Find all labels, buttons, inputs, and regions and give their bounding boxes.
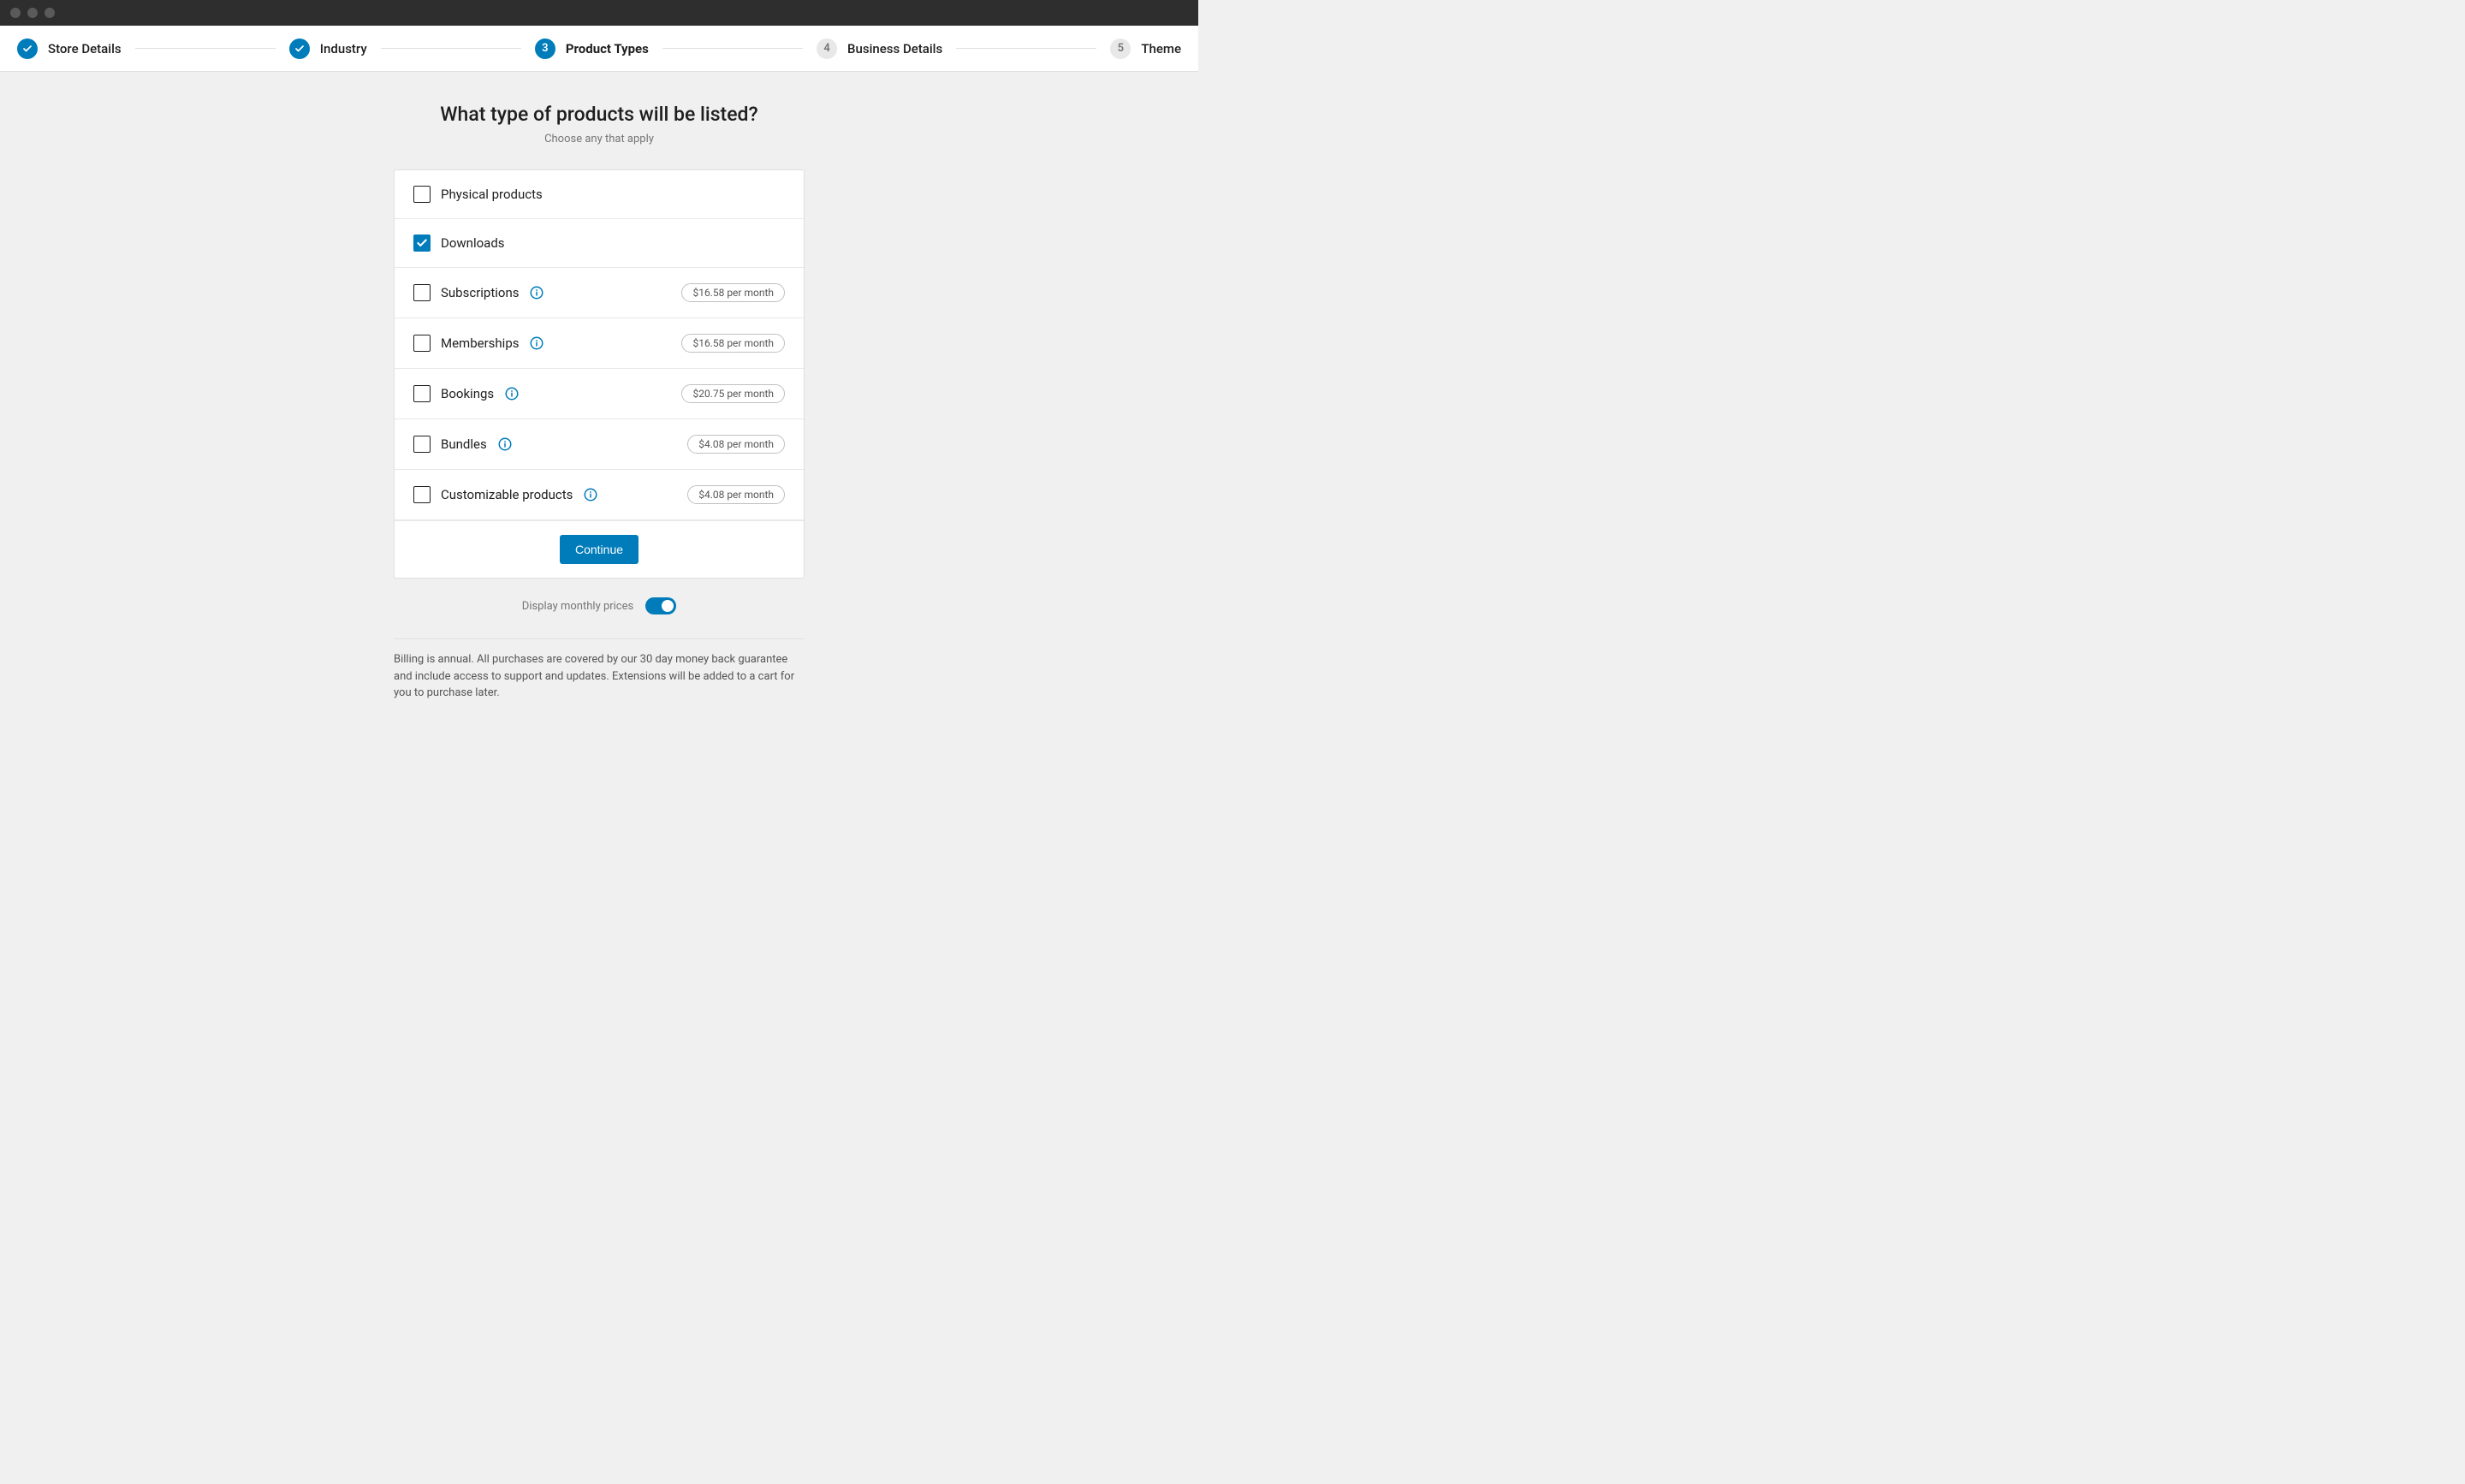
option-label: Memberships	[441, 335, 519, 351]
continue-button[interactable]: Continue	[560, 535, 639, 564]
price-pill: $4.08 per month	[687, 485, 785, 504]
price-pill: $4.08 per month	[687, 435, 785, 454]
checkbox[interactable]	[413, 486, 431, 503]
checkbox[interactable]	[413, 385, 431, 402]
product-type-option[interactable]: Bookings $20.75 per month	[395, 369, 804, 419]
price-pill: $16.58 per month	[681, 283, 785, 302]
step-label: Store Details	[48, 41, 122, 56]
step-product-types[interactable]: 3 Product Types	[535, 39, 649, 59]
info-icon[interactable]	[497, 436, 513, 452]
step-label: Business Details	[847, 41, 942, 56]
info-icon[interactable]	[504, 386, 520, 401]
option-label: Subscriptions	[441, 285, 519, 300]
step-industry[interactable]: Industry	[289, 39, 367, 59]
option-label: Downloads	[441, 235, 505, 251]
page-subtitle: Choose any that apply	[544, 133, 654, 145]
checkbox[interactable]	[413, 186, 431, 203]
toggle-knob	[662, 600, 674, 612]
step-label: Industry	[320, 41, 367, 56]
option-label: Bundles	[441, 436, 487, 452]
display-monthly-prices-toggle[interactable]	[645, 597, 676, 614]
billing-note: Billing is annual. All purchases are cov…	[394, 651, 805, 702]
checkbox[interactable]	[413, 335, 431, 352]
checkbox[interactable]	[413, 284, 431, 301]
product-type-option[interactable]: Memberships $16.58 per month	[395, 318, 804, 369]
step-number-badge: 3	[535, 39, 555, 59]
step-number-badge: 5	[1110, 39, 1131, 59]
toggle-label: Display monthly prices	[522, 600, 633, 613]
step-check-icon	[17, 39, 38, 59]
traffic-light-zoom[interactable]	[45, 8, 55, 18]
step-connector	[956, 48, 1096, 49]
page-title: What type of products will be listed?	[440, 103, 757, 126]
step-label: Product Types	[566, 41, 649, 56]
option-label: Bookings	[441, 386, 494, 401]
card-footer: Continue	[395, 520, 804, 578]
product-type-option[interactable]: Physical products	[395, 170, 804, 219]
product-type-option[interactable]: Customizable products $4.08 per month	[395, 470, 804, 520]
step-theme[interactable]: 5 Theme	[1110, 39, 1181, 59]
product-types-card: Physical products Downloads Subscriptions $…	[394, 169, 805, 579]
step-business-details[interactable]: 4 Business Details	[817, 39, 942, 59]
price-pill: $20.75 per month	[681, 384, 785, 403]
product-type-option[interactable]: Downloads	[395, 219, 804, 268]
traffic-light-close[interactable]	[10, 8, 21, 18]
step-label: Theme	[1141, 41, 1181, 56]
stepper: Store Details Industry 3 Product Types 4 Busi…	[0, 26, 1198, 72]
traffic-light-minimize[interactable]	[27, 8, 38, 18]
price-pill: $16.58 per month	[681, 334, 785, 353]
product-type-option[interactable]: Subscriptions $16.58 per month	[395, 268, 804, 318]
option-label: Physical products	[441, 187, 543, 202]
display-monthly-prices-row: Display monthly prices	[522, 597, 676, 614]
step-number-badge: 4	[817, 39, 837, 59]
checkbox[interactable]	[413, 234, 431, 252]
info-icon[interactable]	[529, 335, 544, 351]
option-label: Customizable products	[441, 487, 573, 502]
info-icon[interactable]	[583, 487, 598, 502]
checkbox[interactable]	[413, 436, 431, 453]
product-type-option[interactable]: Bundles $4.08 per month	[395, 419, 804, 470]
step-check-icon	[289, 39, 310, 59]
divider	[394, 638, 805, 639]
main-content: What type of products will be listed? Ch…	[0, 72, 1198, 702]
window-titlebar	[0, 0, 1198, 26]
info-icon[interactable]	[529, 285, 544, 300]
step-connector	[135, 48, 276, 49]
step-connector	[381, 48, 521, 49]
step-connector	[662, 48, 803, 49]
step-store-details[interactable]: Store Details	[17, 39, 122, 59]
